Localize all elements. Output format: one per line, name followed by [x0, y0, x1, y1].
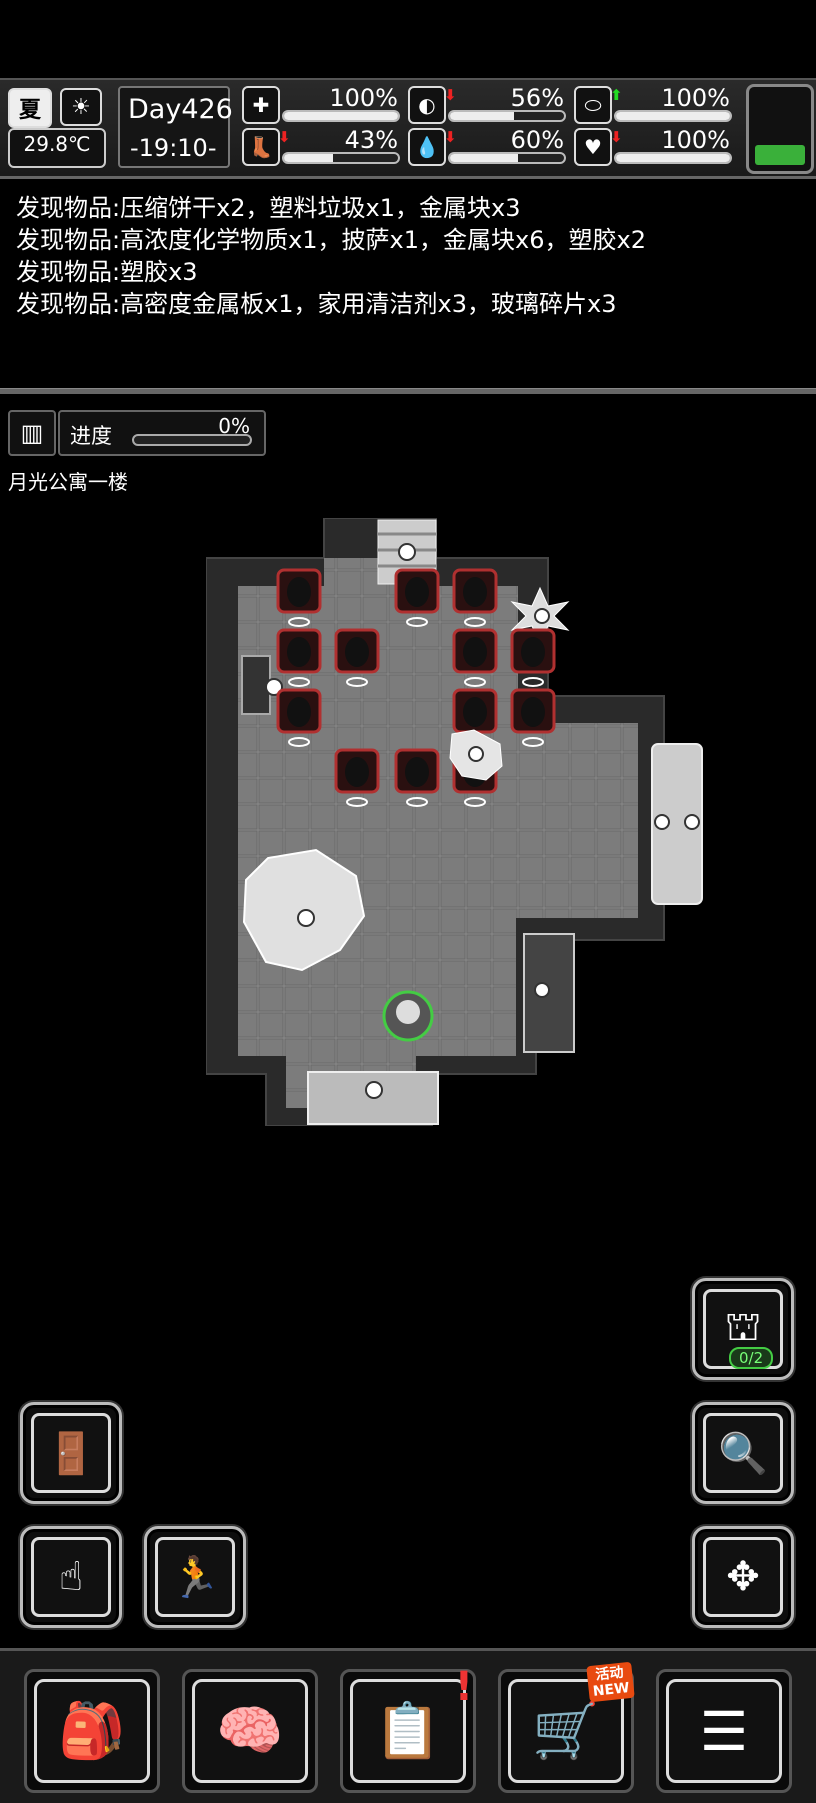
- backpack-button[interactable]: 🎒: [24, 1669, 160, 1793]
- pill-icon: ⬭: [574, 86, 612, 124]
- down-arrow-icon: ⬇: [610, 128, 623, 146]
- stat-heart-bar: [616, 154, 730, 162]
- turret-count: 0/2: [729, 1347, 774, 1369]
- message-log: 发现物品:压缩饼干x2，塑料垃圾x1，金属块x3 发现物品:高浓度化学物质x1，…: [16, 192, 806, 320]
- stat-thirst-value: 60%: [510, 126, 564, 154]
- brain-head-icon: 🧠: [192, 1679, 308, 1783]
- log-line: 发现物品:高浓度化学物质x1，披萨x1，金属块x6，塑胶x2: [16, 226, 646, 254]
- turret-button[interactable]: ⛫ 0/2: [692, 1278, 794, 1380]
- sneak-button[interactable]: 🏃: [144, 1526, 246, 1628]
- day-time-box: Day426 -19:10-: [118, 86, 233, 168]
- stat-hunger: ◐ ⬇ 56%: [408, 84, 568, 124]
- stat-mood: ⬭ ⬆ 100%: [574, 84, 734, 124]
- running-man-icon: 🏃: [155, 1537, 235, 1617]
- water-drop-icon: 💧: [408, 128, 446, 166]
- shop-button[interactable]: 🛒 活动 NEW: [498, 1661, 635, 1793]
- stat-stamina: 👢 ⬇ 43%: [242, 126, 402, 166]
- stat-thirst-bar: [450, 154, 519, 162]
- down-arrow-icon: ⬇: [278, 128, 291, 146]
- player-character[interactable]: [382, 990, 434, 1042]
- sofa-object[interactable]: [651, 743, 703, 905]
- shelf-object[interactable]: [523, 933, 575, 1053]
- skills-button[interactable]: 🧠: [182, 1669, 318, 1793]
- log-line: 发现物品:压缩饼干x2，塑料垃圾x1，金属块x3: [16, 194, 521, 222]
- stat-heart-value: 100%: [661, 126, 730, 154]
- building-button[interactable]: ▥: [8, 410, 56, 456]
- stat-mood-value: 100%: [661, 84, 730, 112]
- alert-badge-icon: !: [454, 1664, 473, 1710]
- status-bar: 夏 ☀ 29.8℃ Day426 -19:10- ✚ 100% ◐ ⬇ 56% …: [0, 78, 816, 179]
- progress-label: 进度: [70, 424, 112, 448]
- battery-indicator: [746, 84, 814, 174]
- exit-button[interactable]: 🚪: [20, 1402, 122, 1504]
- tap-hand-icon: ☝: [31, 1537, 111, 1617]
- temperature-readout: 29.8℃: [8, 128, 106, 168]
- search-button[interactable]: 🔍: [692, 1402, 794, 1504]
- exit-door-icon: 🚪: [31, 1413, 111, 1493]
- battery-level: [755, 145, 805, 165]
- stat-mood-bar: [616, 112, 730, 120]
- stat-health-value: 100%: [329, 84, 398, 112]
- down-arrow-icon: ⬇: [444, 128, 457, 146]
- stat-thirst: 💧 ⬇ 60%: [408, 126, 568, 166]
- compass-arrows-icon: ✥: [703, 1537, 783, 1617]
- log-line: 发现物品:塑胶x3: [16, 258, 198, 286]
- building-icon: ▥: [20, 419, 44, 447]
- stat-stamina-value: 43%: [344, 126, 398, 154]
- stat-hunger-value: 56%: [510, 84, 564, 112]
- bottom-nav: 🎒 🧠 📋 ! 🛒 活动 NEW ☰: [0, 1648, 816, 1803]
- season-label: 夏: [18, 98, 41, 123]
- backpack-icon: 🎒: [34, 1679, 150, 1783]
- room-map[interactable]: [206, 518, 746, 1126]
- menu-button[interactable]: ☰: [656, 1669, 792, 1793]
- menu-list-icon: ☰: [666, 1679, 782, 1783]
- divider: [0, 388, 816, 394]
- down-arrow-icon: ⬇: [444, 86, 457, 104]
- notebook-icon: 📋: [350, 1679, 466, 1783]
- event-new-badge: 活动 NEW: [586, 1661, 635, 1703]
- progress-bar: [132, 434, 252, 446]
- stat-stamina-bar: [284, 154, 334, 162]
- season-indicator: 夏: [8, 88, 52, 128]
- up-arrow-icon: ⬆: [610, 86, 623, 104]
- log-line: 发现物品:高密度金属板x1，家用清洁剂x3，玻璃碎片x3: [16, 290, 617, 318]
- medkit-icon: ✚: [242, 86, 280, 124]
- sun-icon: ☀: [60, 88, 102, 126]
- location-name: 月光公寓一楼: [8, 470, 128, 494]
- center-view-button[interactable]: ✥: [692, 1526, 794, 1628]
- boot-icon: 👢: [242, 128, 280, 166]
- exploration-progress: 进度 0%: [58, 410, 266, 456]
- stat-hunger-bar: [450, 112, 514, 120]
- heart-icon: ♥: [574, 128, 612, 166]
- stat-health-bar: [284, 112, 398, 120]
- journal-button[interactable]: 📋 !: [340, 1664, 476, 1793]
- tap-move-button[interactable]: ☝: [20, 1526, 122, 1628]
- stat-health: ✚ 100%: [242, 84, 402, 124]
- magnifier-icon: 🔍: [703, 1413, 783, 1493]
- stairs-down[interactable]: [307, 1071, 439, 1125]
- day-counter: Day426: [128, 94, 233, 125]
- stomach-icon: ◐: [408, 86, 446, 124]
- stat-heart: ♥ ⬇ 100%: [574, 126, 734, 166]
- clock-time: -19:10-: [130, 134, 217, 162]
